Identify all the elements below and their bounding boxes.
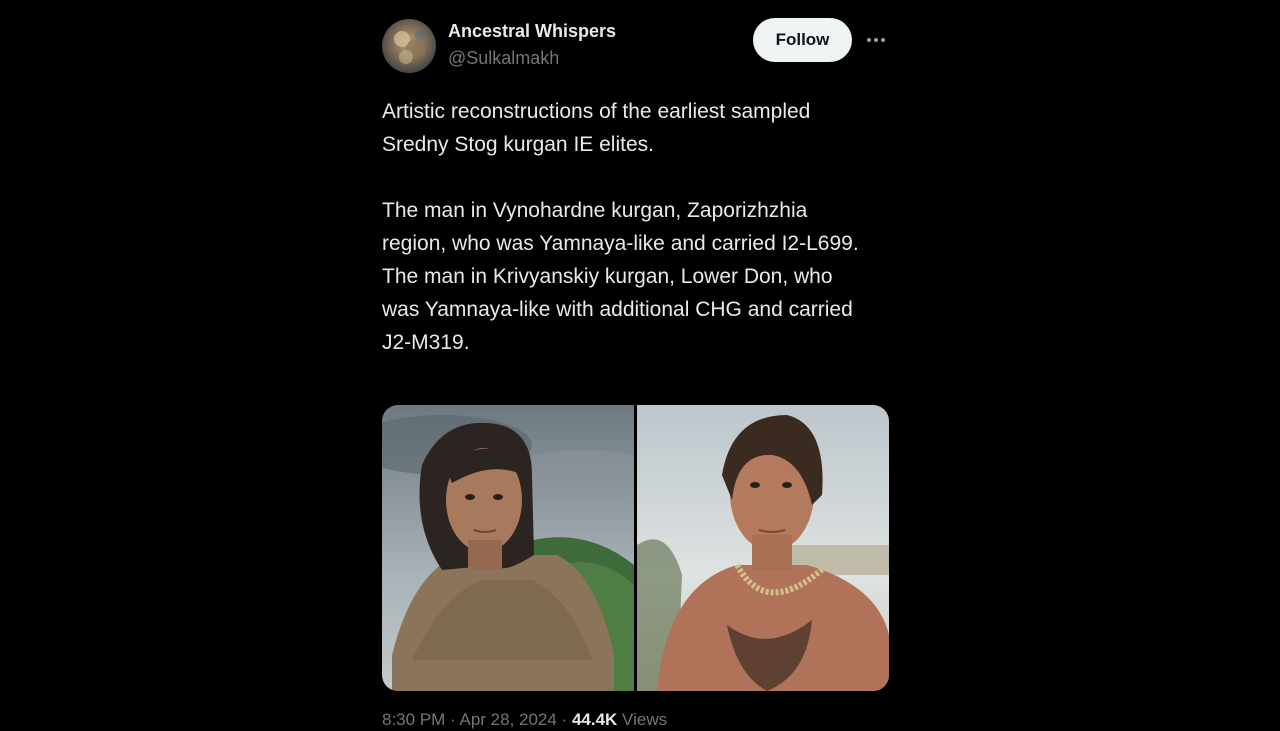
tweet-media	[382, 405, 889, 691]
follow-button[interactable]: Follow	[753, 18, 852, 62]
avatar[interactable]	[382, 19, 436, 73]
tweet-card: Ancestral Whispers @Sulkalmakh Follow Ar…	[382, 16, 889, 729]
tweet-meta: 8:30 PM · Apr 28, 2024 · 44.4K Views	[382, 709, 667, 731]
photo-reconstruction-krivyanskiy	[637, 405, 889, 691]
tweet-header: Ancestral Whispers @Sulkalmakh Follow	[382, 16, 889, 78]
avatar-image	[382, 19, 436, 73]
media-photo-left[interactable]	[382, 405, 634, 691]
tweet-paragraph: Artistic reconstructions of the earliest…	[382, 100, 811, 156]
tweet-text: Artistic reconstructions of the earliest…	[382, 95, 872, 359]
user-names: Ancestral Whispers @Sulkalmakh	[448, 20, 616, 70]
user-handle[interactable]: @Sulkalmakh	[448, 46, 616, 70]
tweet-paragraph: The man in Vynohardne kurgan, Zaporizhzh…	[382, 199, 859, 354]
more-horizontal-icon[interactable]	[862, 28, 890, 52]
media-photo-right[interactable]	[637, 405, 889, 691]
display-name[interactable]: Ancestral Whispers	[448, 20, 616, 42]
photo-reconstruction-vynohradne	[382, 405, 634, 691]
